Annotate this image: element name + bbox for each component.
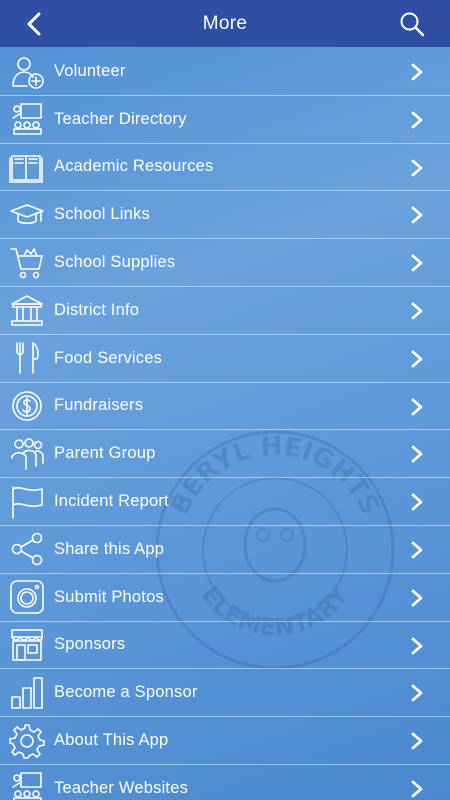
chevron-left-icon xyxy=(27,12,41,36)
menu-item-become-a-sponsor[interactable]: Become a Sponsor xyxy=(0,669,450,718)
chevron-right-icon xyxy=(410,493,424,511)
menu-item-label: Become a Sponsor xyxy=(54,683,198,702)
chevron-right-icon xyxy=(410,780,424,798)
menu-item-label: Parent Group xyxy=(54,444,156,463)
building-icon xyxy=(0,287,54,334)
menu-item-sponsors[interactable]: Sponsors xyxy=(0,622,450,670)
chevron-right-icon xyxy=(410,350,424,368)
chevron-right-icon xyxy=(410,398,424,416)
book-icon xyxy=(0,144,54,191)
menu-item-label: School Supplies xyxy=(54,253,176,272)
menu-item-label: Food Services xyxy=(54,348,163,367)
chevron-right-icon xyxy=(410,111,424,129)
menu-item-label: Fundraisers xyxy=(54,396,144,415)
menu-item-district-info[interactable]: District Info xyxy=(0,287,450,335)
chevron-right-icon xyxy=(410,445,424,463)
menu-item-label: Teacher Directory xyxy=(54,109,187,128)
back-button[interactable] xyxy=(20,10,48,38)
menu-item-label: Sponsors xyxy=(54,635,126,654)
group-icon xyxy=(0,430,54,477)
menu-item-fundraisers[interactable]: Fundraisers xyxy=(0,383,450,431)
cart-icon xyxy=(0,239,54,286)
chevron-right-icon xyxy=(410,206,424,224)
chevron-right-icon xyxy=(410,637,424,655)
menu-item-label: Incident Report xyxy=(54,492,169,511)
menu-item-parent-group[interactable]: Parent Group xyxy=(0,430,450,479)
menu-item-teacher-directory[interactable]: Teacher Directory xyxy=(0,96,450,144)
fork-knife-icon xyxy=(0,335,54,382)
chevron-right-icon xyxy=(410,541,424,559)
menu-item-volunteer[interactable]: Volunteer xyxy=(0,48,450,96)
graduation-cap-icon xyxy=(0,191,54,238)
search-icon xyxy=(400,12,425,37)
menu-item-label: Submit Photos xyxy=(54,587,164,606)
menu-item-label: Teacher Websites xyxy=(54,778,189,797)
chevron-right-icon xyxy=(410,684,424,702)
chevron-right-icon xyxy=(410,159,424,177)
menu-item-label: Share this App xyxy=(54,539,165,558)
classroom-icon xyxy=(0,96,54,143)
menu-item-label: Academic Resources xyxy=(54,157,214,176)
menu-item-about-this-app[interactable]: About This App xyxy=(0,717,450,765)
menu-item-label: About This App xyxy=(54,731,169,750)
menu-item-food-services[interactable]: Food Services xyxy=(0,335,450,383)
camera-icon xyxy=(0,574,54,621)
menu-item-label: Volunteer xyxy=(54,61,126,80)
top-bar: More xyxy=(0,0,450,47)
chevron-right-icon xyxy=(410,63,424,81)
menu-item-incident-report[interactable]: Incident Report xyxy=(0,478,450,526)
chevron-right-icon xyxy=(410,732,424,750)
chevron-right-icon xyxy=(410,302,424,320)
chevron-right-icon xyxy=(410,254,424,272)
menu-item-school-supplies[interactable]: School Supplies xyxy=(0,239,450,287)
coin-icon xyxy=(0,382,54,429)
menu-item-share-this-app[interactable]: Share this App xyxy=(0,526,450,574)
menu-item-academic-resources[interactable]: Academic Resources xyxy=(0,144,450,192)
menu-item-school-links[interactable]: School Links xyxy=(0,191,450,240)
menu-item-label: District Info xyxy=(54,300,140,319)
bar-chart-icon xyxy=(0,669,54,716)
teacher-board-icon xyxy=(0,765,54,800)
storefront-icon xyxy=(0,621,54,668)
search-button[interactable] xyxy=(398,10,426,38)
menu-item-label: School Links xyxy=(54,205,150,224)
gear-icon xyxy=(0,717,54,764)
person-add-icon xyxy=(0,48,54,95)
share-icon xyxy=(0,526,54,573)
menu-item-teacher-websites[interactable]: Teacher Websites xyxy=(0,765,450,800)
chevron-right-icon xyxy=(410,589,424,607)
flag-icon xyxy=(0,478,54,525)
page-title: More xyxy=(202,12,248,34)
more-menu-list: Volunteer Teacher Directory Academic Resou… xyxy=(0,48,450,800)
menu-item-submit-photos[interactable]: Submit Photos xyxy=(0,574,450,622)
